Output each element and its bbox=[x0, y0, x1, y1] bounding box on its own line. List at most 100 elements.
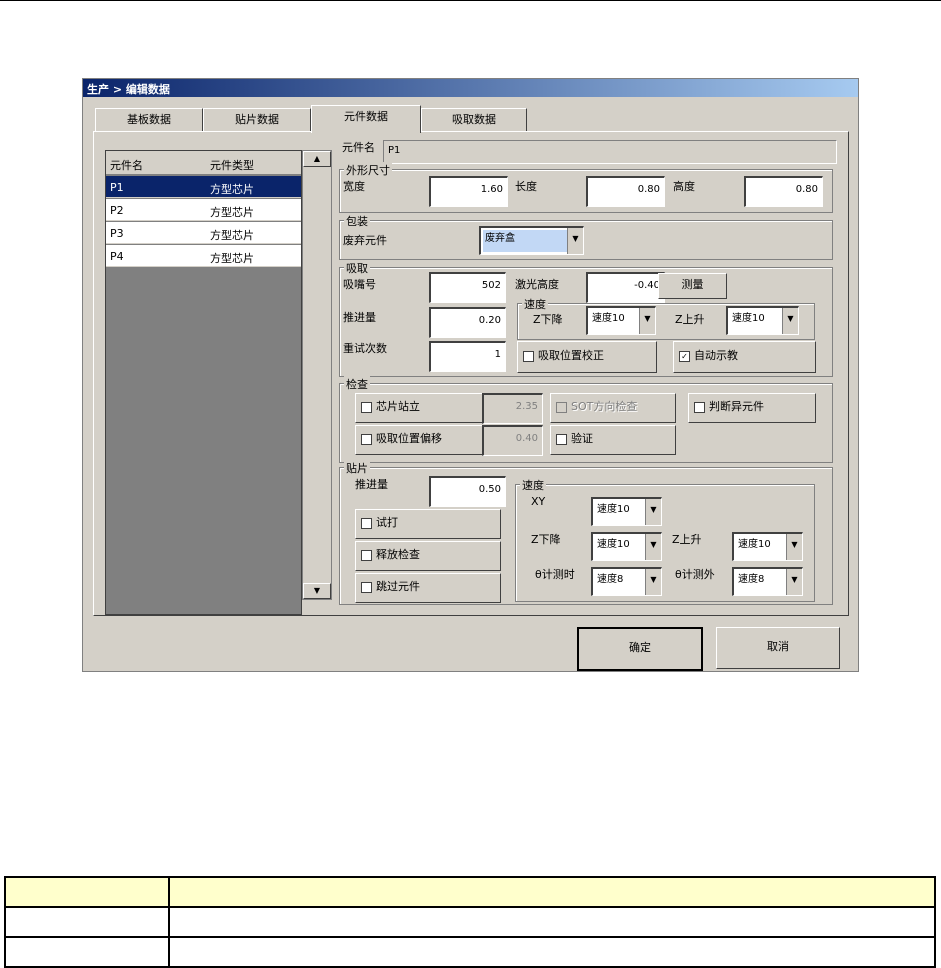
table-cell bbox=[4, 906, 170, 938]
chip-stand-checkbox[interactable]: 芯片站立 bbox=[355, 393, 483, 423]
column-header-name[interactable]: 元件名 bbox=[110, 157, 143, 173]
tab-pickup-data[interactable]: 吸取数据 bbox=[421, 108, 527, 132]
judge-abnormal-label: 判断异元件 bbox=[709, 400, 764, 413]
checkbox-unchecked-icon[interactable] bbox=[523, 350, 534, 362]
discard-select[interactable]: 废弃盒 ▼ bbox=[479, 226, 584, 255]
column-header-type[interactable]: 元件类型 bbox=[210, 157, 254, 173]
measure-button[interactable]: 测量 bbox=[658, 273, 727, 299]
checkbox-unchecked-icon[interactable] bbox=[361, 549, 372, 561]
list-item[interactable]: P3 方型芯片 bbox=[106, 222, 301, 244]
list-scrollbar[interactable]: ▲ ▼ bbox=[302, 150, 332, 600]
checkbox-unchecked-icon[interactable] bbox=[556, 433, 567, 445]
chevron-down-icon[interactable]: ▼ bbox=[786, 569, 802, 595]
tab-board-data[interactable]: 基板数据 bbox=[95, 108, 203, 132]
pickup-push-label: 推进量 bbox=[343, 311, 376, 324]
list-item-type: 方型芯片 bbox=[210, 183, 254, 196]
pickup-zup-label: Z上升 bbox=[675, 313, 705, 326]
list-header: 元件名 元件类型 bbox=[106, 151, 301, 175]
theta-measure-select[interactable]: 速度8 ▼ bbox=[591, 567, 662, 596]
mount-zdown-label: Z下降 bbox=[531, 533, 561, 546]
tab-component-data[interactable]: 元件数据 bbox=[311, 105, 421, 133]
chevron-down-icon[interactable]: ▼ bbox=[645, 569, 661, 595]
retry-field[interactable]: 1 bbox=[429, 341, 506, 372]
pickup-group-title: 吸取 bbox=[344, 260, 370, 276]
height-label: 高度 bbox=[673, 180, 695, 193]
chevron-down-icon[interactable]: ▼ bbox=[645, 499, 661, 525]
pickup-zdown-select[interactable]: 速度10 ▼ bbox=[586, 306, 656, 335]
discard-select-value: 废弃盒 bbox=[483, 230, 567, 252]
table-cell bbox=[168, 936, 936, 968]
page-top-rule bbox=[0, 0, 941, 1]
pickup-offset-label: 吸取位置偏移 bbox=[376, 432, 442, 445]
scroll-up-icon[interactable]: ▲ bbox=[303, 151, 331, 167]
scroll-down-icon[interactable]: ▼ bbox=[303, 583, 331, 599]
mount-zup-select[interactable]: 速度10 ▼ bbox=[732, 532, 803, 561]
laser-height-label: 激光高度 bbox=[515, 278, 559, 291]
pickup-offset-checkbox[interactable]: 吸取位置偏移 bbox=[355, 425, 483, 455]
chip-stand-label: 芯片站立 bbox=[376, 400, 420, 413]
dialog-title: 生产 > 编辑数据 bbox=[83, 79, 858, 97]
skip-component-checkbox[interactable]: 跳过元件 bbox=[355, 573, 501, 603]
component-list[interactable]: 元件名 元件类型 P1 方型芯片 P2 方型芯片 P3 方型芯片 P4 方型芯片 bbox=[105, 150, 302, 615]
checkbox-unchecked-icon[interactable] bbox=[361, 433, 372, 445]
table-cell bbox=[168, 876, 936, 908]
chevron-down-icon[interactable]: ▼ bbox=[782, 308, 798, 334]
height-field[interactable]: 0.80 bbox=[744, 176, 823, 207]
list-item-type: 方型芯片 bbox=[210, 206, 254, 219]
checkbox-checked-icon[interactable]: ✓ bbox=[679, 350, 690, 362]
cancel-button[interactable]: 取消 bbox=[716, 627, 840, 669]
theta-other-select[interactable]: 速度8 ▼ bbox=[732, 567, 803, 596]
mount-zdown-select[interactable]: 速度10 ▼ bbox=[591, 532, 662, 561]
pickup-push-field[interactable]: 0.20 bbox=[429, 307, 506, 338]
release-check-checkbox[interactable]: 释放检查 bbox=[355, 541, 501, 571]
nozzle-label: 吸嘴号 bbox=[343, 278, 376, 291]
width-label: 宽度 bbox=[343, 180, 365, 193]
mount-push-field[interactable]: 0.50 bbox=[429, 476, 506, 507]
pickup-offset-value: 0.40 bbox=[482, 425, 543, 456]
list-item-name: P1 bbox=[110, 181, 124, 194]
mount-speed-title: 速度 bbox=[520, 477, 546, 493]
mount-group-title: 贴片 bbox=[344, 460, 370, 476]
list-item[interactable]: P1 方型芯片 bbox=[106, 176, 301, 198]
checkbox-disabled-icon bbox=[556, 401, 567, 413]
checkbox-unchecked-icon[interactable] bbox=[694, 401, 705, 413]
pickup-correction-label: 吸取位置校正 bbox=[538, 349, 604, 362]
chevron-down-icon[interactable]: ▼ bbox=[567, 228, 583, 254]
ok-button[interactable]: 确定 bbox=[577, 627, 703, 671]
auto-teach-checkbox[interactable]: ✓ 自动示教 bbox=[673, 341, 816, 373]
skip-component-label: 跳过元件 bbox=[376, 580, 420, 593]
chevron-down-icon[interactable]: ▼ bbox=[786, 534, 802, 560]
list-item[interactable]: P4 方型芯片 bbox=[106, 245, 301, 267]
mount-zup-label: Z上升 bbox=[672, 533, 702, 546]
list-item-type: 方型芯片 bbox=[210, 229, 254, 242]
test-print-checkbox[interactable]: 试打 bbox=[355, 509, 501, 539]
chevron-down-icon[interactable]: ▼ bbox=[639, 308, 655, 334]
discard-label: 废弃元件 bbox=[343, 234, 387, 247]
verify-checkbox[interactable]: 验证 bbox=[550, 425, 676, 455]
checkbox-unchecked-icon[interactable] bbox=[361, 581, 372, 593]
tab-mount-data[interactable]: 贴片数据 bbox=[203, 108, 311, 132]
laser-height-field[interactable]: -0.40 bbox=[586, 272, 665, 303]
list-item[interactable]: P2 方型芯片 bbox=[106, 199, 301, 221]
table-header-row bbox=[4, 876, 936, 908]
pickup-correction-checkbox[interactable]: 吸取位置校正 bbox=[517, 341, 657, 373]
judge-abnormal-checkbox[interactable]: 判断异元件 bbox=[688, 393, 816, 423]
package-group-title: 包装 bbox=[344, 213, 370, 229]
checkbox-unchecked-icon[interactable] bbox=[361, 517, 372, 529]
sot-check-label: SOT方向检查 bbox=[571, 400, 638, 413]
pickup-zdown-value: 速度10 bbox=[592, 313, 625, 324]
mount-zup-value: 速度10 bbox=[738, 539, 771, 550]
checkbox-unchecked-icon[interactable] bbox=[361, 401, 372, 413]
nozzle-field[interactable]: 502 bbox=[429, 272, 506, 303]
xy-select[interactable]: 速度10 ▼ bbox=[591, 497, 662, 526]
chevron-down-icon[interactable]: ▼ bbox=[645, 534, 661, 560]
theta-other-value: 速度8 bbox=[738, 574, 765, 585]
theta-measure-label: θ计测时 bbox=[535, 568, 575, 581]
theta-other-label: θ计测外 bbox=[675, 568, 715, 581]
document-table bbox=[4, 876, 936, 968]
pickup-zup-select[interactable]: 速度10 ▼ bbox=[726, 306, 799, 335]
pickup-zup-value: 速度10 bbox=[732, 313, 765, 324]
width-field[interactable]: 1.60 bbox=[429, 176, 508, 207]
package-group: 包装 bbox=[339, 213, 833, 260]
length-field[interactable]: 0.80 bbox=[586, 176, 665, 207]
